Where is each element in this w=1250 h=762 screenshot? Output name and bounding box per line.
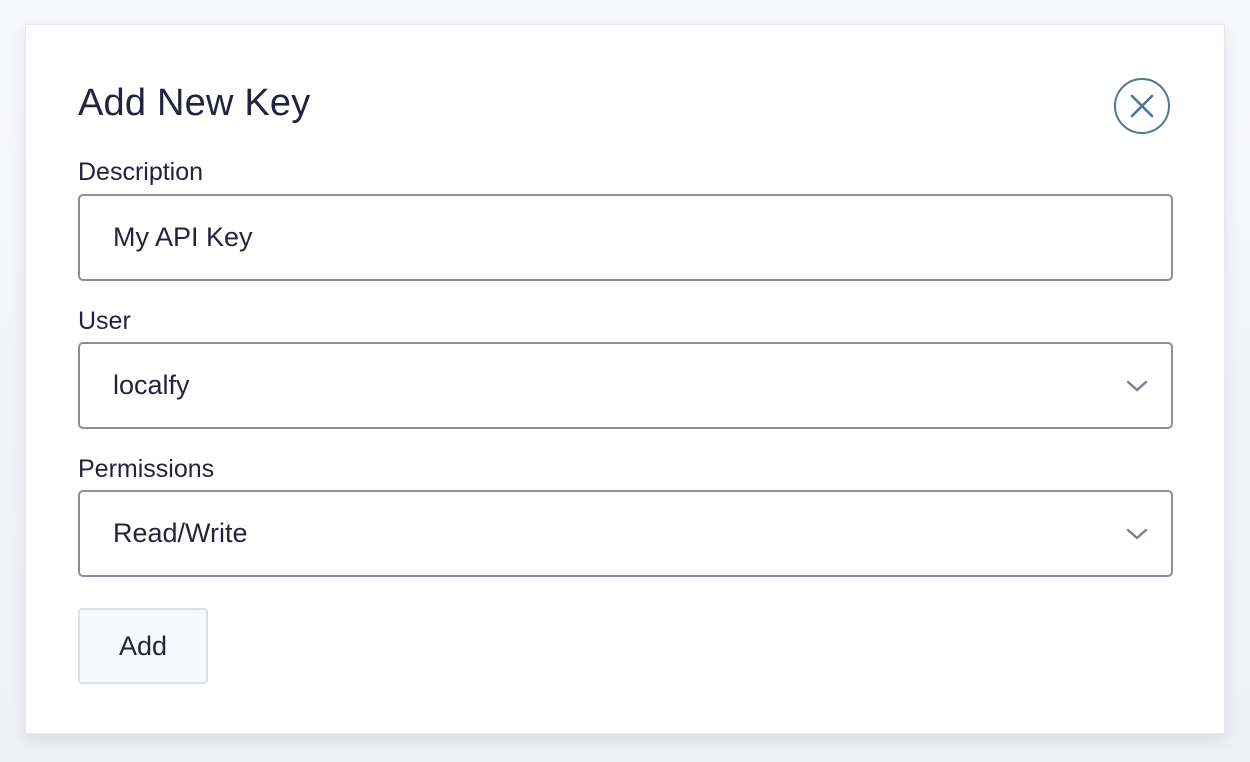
add-button[interactable]: Add [78, 608, 208, 684]
user-select[interactable]: localfy [78, 342, 1173, 429]
user-select-value: localfy [113, 370, 190, 400]
description-field-wrapper [78, 194, 1173, 281]
chevron-down-icon [1126, 380, 1148, 392]
add-key-dialog: Add New Key Description User localfy Per… [25, 24, 1225, 734]
close-icon [1130, 94, 1154, 118]
chevron-down-icon [1126, 528, 1148, 540]
permissions-select[interactable]: Read/Write [78, 490, 1173, 577]
dialog-title: Add New Key [78, 82, 311, 124]
user-label: User [78, 307, 131, 335]
permissions-label: Permissions [78, 455, 215, 483]
close-button[interactable] [1114, 78, 1170, 134]
description-input[interactable] [113, 196, 1113, 279]
description-label: Description [78, 158, 204, 186]
permissions-select-value: Read/Write [113, 518, 248, 548]
